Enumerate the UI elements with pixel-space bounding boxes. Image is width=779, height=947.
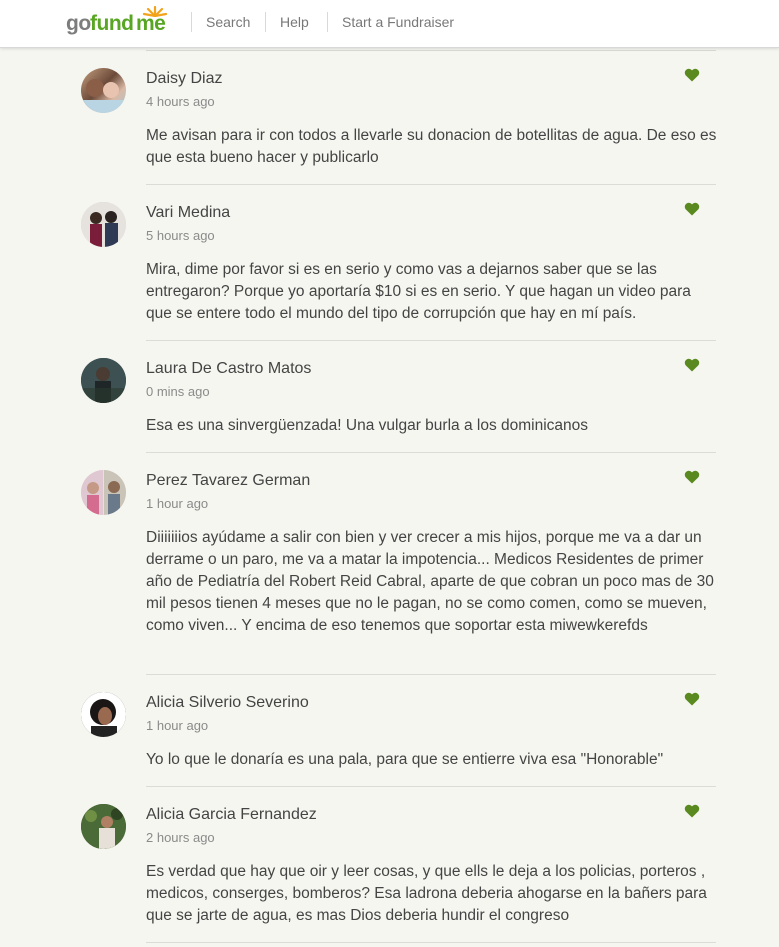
avatar-photo-icon: [81, 202, 126, 247]
nav-divider: [265, 12, 266, 32]
logo-me-text: me: [136, 12, 166, 35]
commenter-name[interactable]: Laura De Castro Matos: [146, 360, 311, 378]
avatar[interactable]: [81, 202, 126, 247]
gofundme-logo[interactable]: go fund me: [66, 5, 176, 37]
comment-timestamp: 2 hours ago: [146, 830, 215, 845]
avatar-photo-icon: [81, 470, 126, 515]
commenter-name[interactable]: Vari Medina: [146, 204, 230, 222]
comment-divider: [146, 50, 716, 51]
nav-divider: [327, 12, 328, 32]
heart-icon[interactable]: [684, 692, 700, 706]
comment-timestamp: 1 hour ago: [146, 718, 209, 733]
heart-icon[interactable]: [684, 202, 700, 216]
comment-text: Me avisan para ir con todos a llevarle s…: [146, 127, 717, 166]
comment-text: Mira, dime por favor si es en serio y co…: [146, 261, 691, 322]
heart-icon[interactable]: [684, 470, 700, 484]
nav-help-link[interactable]: Help: [280, 14, 309, 30]
comment-divider: [146, 184, 716, 185]
commenter-name[interactable]: Perez Tavarez German: [146, 472, 310, 490]
comment-divider: [146, 942, 716, 943]
comment-text: Diiiiiiios ayúdame a salir con bien y ve…: [146, 529, 714, 634]
comment-text: Esa es una sinvergüenzada! Una vulgar bu…: [146, 417, 589, 434]
avatar-photo-icon: [81, 692, 126, 737]
avatar[interactable]: [81, 470, 126, 515]
comment-text: Es verdad que hay que oir y leer cosas, …: [146, 863, 707, 924]
comment-text: Yo lo que le donaría es una pala, para q…: [146, 751, 664, 768]
avatar-photo-icon: [81, 804, 126, 849]
nav-search-link[interactable]: Search: [206, 14, 250, 30]
comment-timestamp: 1 hour ago: [146, 496, 209, 511]
top-nav-bar: go fund me Search Help Start a Fundraise…: [0, 0, 779, 48]
avatar[interactable]: [81, 68, 126, 113]
comment-divider: [146, 340, 716, 341]
heart-icon[interactable]: [684, 804, 700, 818]
comment-divider: [146, 786, 716, 787]
avatar[interactable]: [81, 358, 126, 403]
heart-icon[interactable]: [684, 68, 700, 82]
commenter-name[interactable]: Alicia Garcia Fernandez: [146, 806, 317, 824]
logo-fund-text: fund: [90, 12, 134, 35]
comment-divider: [146, 674, 716, 675]
comment-timestamp: 4 hours ago: [146, 94, 215, 109]
avatar-photo-icon: [81, 358, 126, 403]
commenter-name[interactable]: Alicia Silverio Severino: [146, 694, 309, 712]
nav-start-fundraiser-link[interactable]: Start a Fundraiser: [342, 14, 454, 30]
comment-timestamp: 5 hours ago: [146, 228, 215, 243]
avatar-photo-icon: [81, 79, 126, 113]
comment-timestamp: 0 mins ago: [146, 384, 210, 399]
avatar[interactable]: [81, 804, 126, 849]
heart-icon[interactable]: [684, 358, 700, 372]
commenter-name[interactable]: Daisy Diaz: [146, 70, 222, 88]
comment-divider: [146, 452, 716, 453]
avatar[interactable]: [81, 692, 126, 737]
nav-divider: [191, 12, 192, 32]
logo-go-text: go: [66, 12, 91, 35]
